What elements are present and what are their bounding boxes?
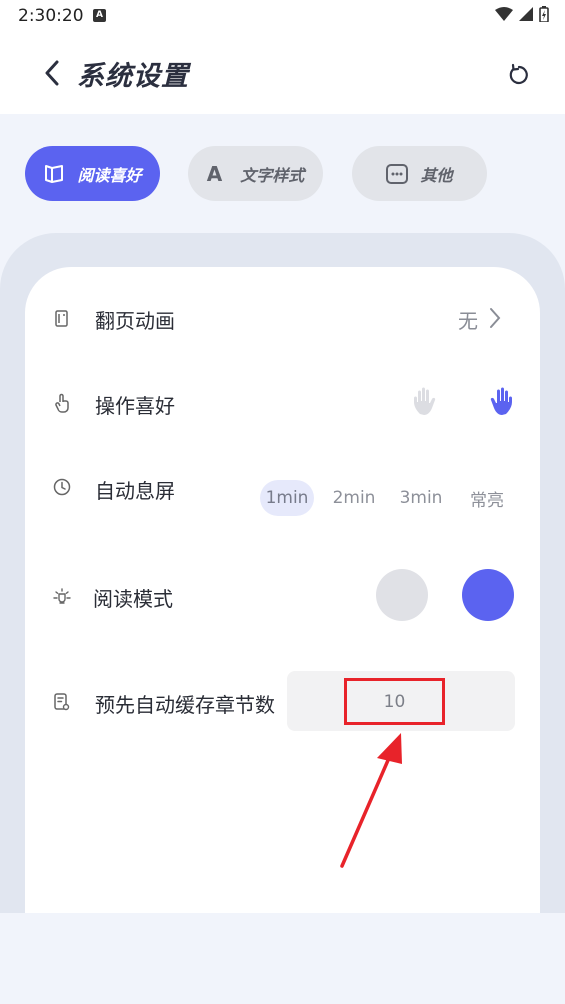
night-mode-circle[interactable] (462, 569, 514, 621)
battery-icon (539, 6, 549, 22)
header: 系统设置 (0, 34, 565, 114)
page-turn-icon (51, 308, 73, 330)
right-hand-icon[interactable] (480, 384, 516, 420)
signal-icon (519, 7, 533, 21)
wifi-icon (495, 7, 513, 21)
tab-label: 文字样式 (240, 165, 305, 185)
chevron-right-icon[interactable] (487, 306, 503, 330)
option-1min[interactable]: 1min (260, 480, 314, 516)
page-turn-label: 翻页动画 (95, 309, 175, 333)
reading-mode-icon (51, 585, 73, 607)
tab-other[interactable]: 其他 (352, 146, 487, 201)
system-icons (495, 6, 549, 22)
status-bar: 2:30:20 A (0, 0, 565, 34)
tab-text-style[interactable]: A 文字样式 (188, 146, 323, 201)
precache-value[interactable]: 10 (344, 678, 445, 725)
page-title: 系统设置 (77, 61, 189, 92)
back-chevron-icon (45, 60, 59, 86)
notification-icon: A (93, 9, 106, 22)
tab-reading-preference[interactable]: 阅读喜好 (25, 146, 160, 201)
book-icon (45, 164, 64, 183)
reading-mode-label: 阅读模式 (93, 587, 173, 611)
tab-label: 其他 (420, 165, 453, 185)
clock-icon (51, 476, 73, 498)
cache-settings-icon (51, 691, 73, 713)
back-button[interactable] (38, 56, 66, 90)
option-3min[interactable]: 3min (395, 480, 447, 516)
option-2min[interactable]: 2min (328, 480, 380, 516)
letter-a-icon: A (206, 161, 223, 186)
tab-label: 阅读喜好 (77, 165, 142, 185)
precache-label: 预先自动缓存章节数 (95, 693, 275, 717)
day-mode-circle[interactable] (376, 569, 428, 621)
option-always-on[interactable]: 常亮 (462, 480, 512, 516)
reset-icon (509, 63, 528, 85)
operation-label: 操作喜好 (95, 394, 175, 418)
screen-off-label: 自动息屏 (95, 479, 175, 503)
reset-button[interactable] (502, 58, 536, 92)
left-hand-icon[interactable] (410, 384, 446, 420)
more-dots-icon (386, 163, 409, 184)
page-turn-value[interactable]: 无 (458, 305, 478, 334)
status-time: 2:30:20 (18, 6, 84, 26)
gesture-icon (51, 392, 73, 414)
